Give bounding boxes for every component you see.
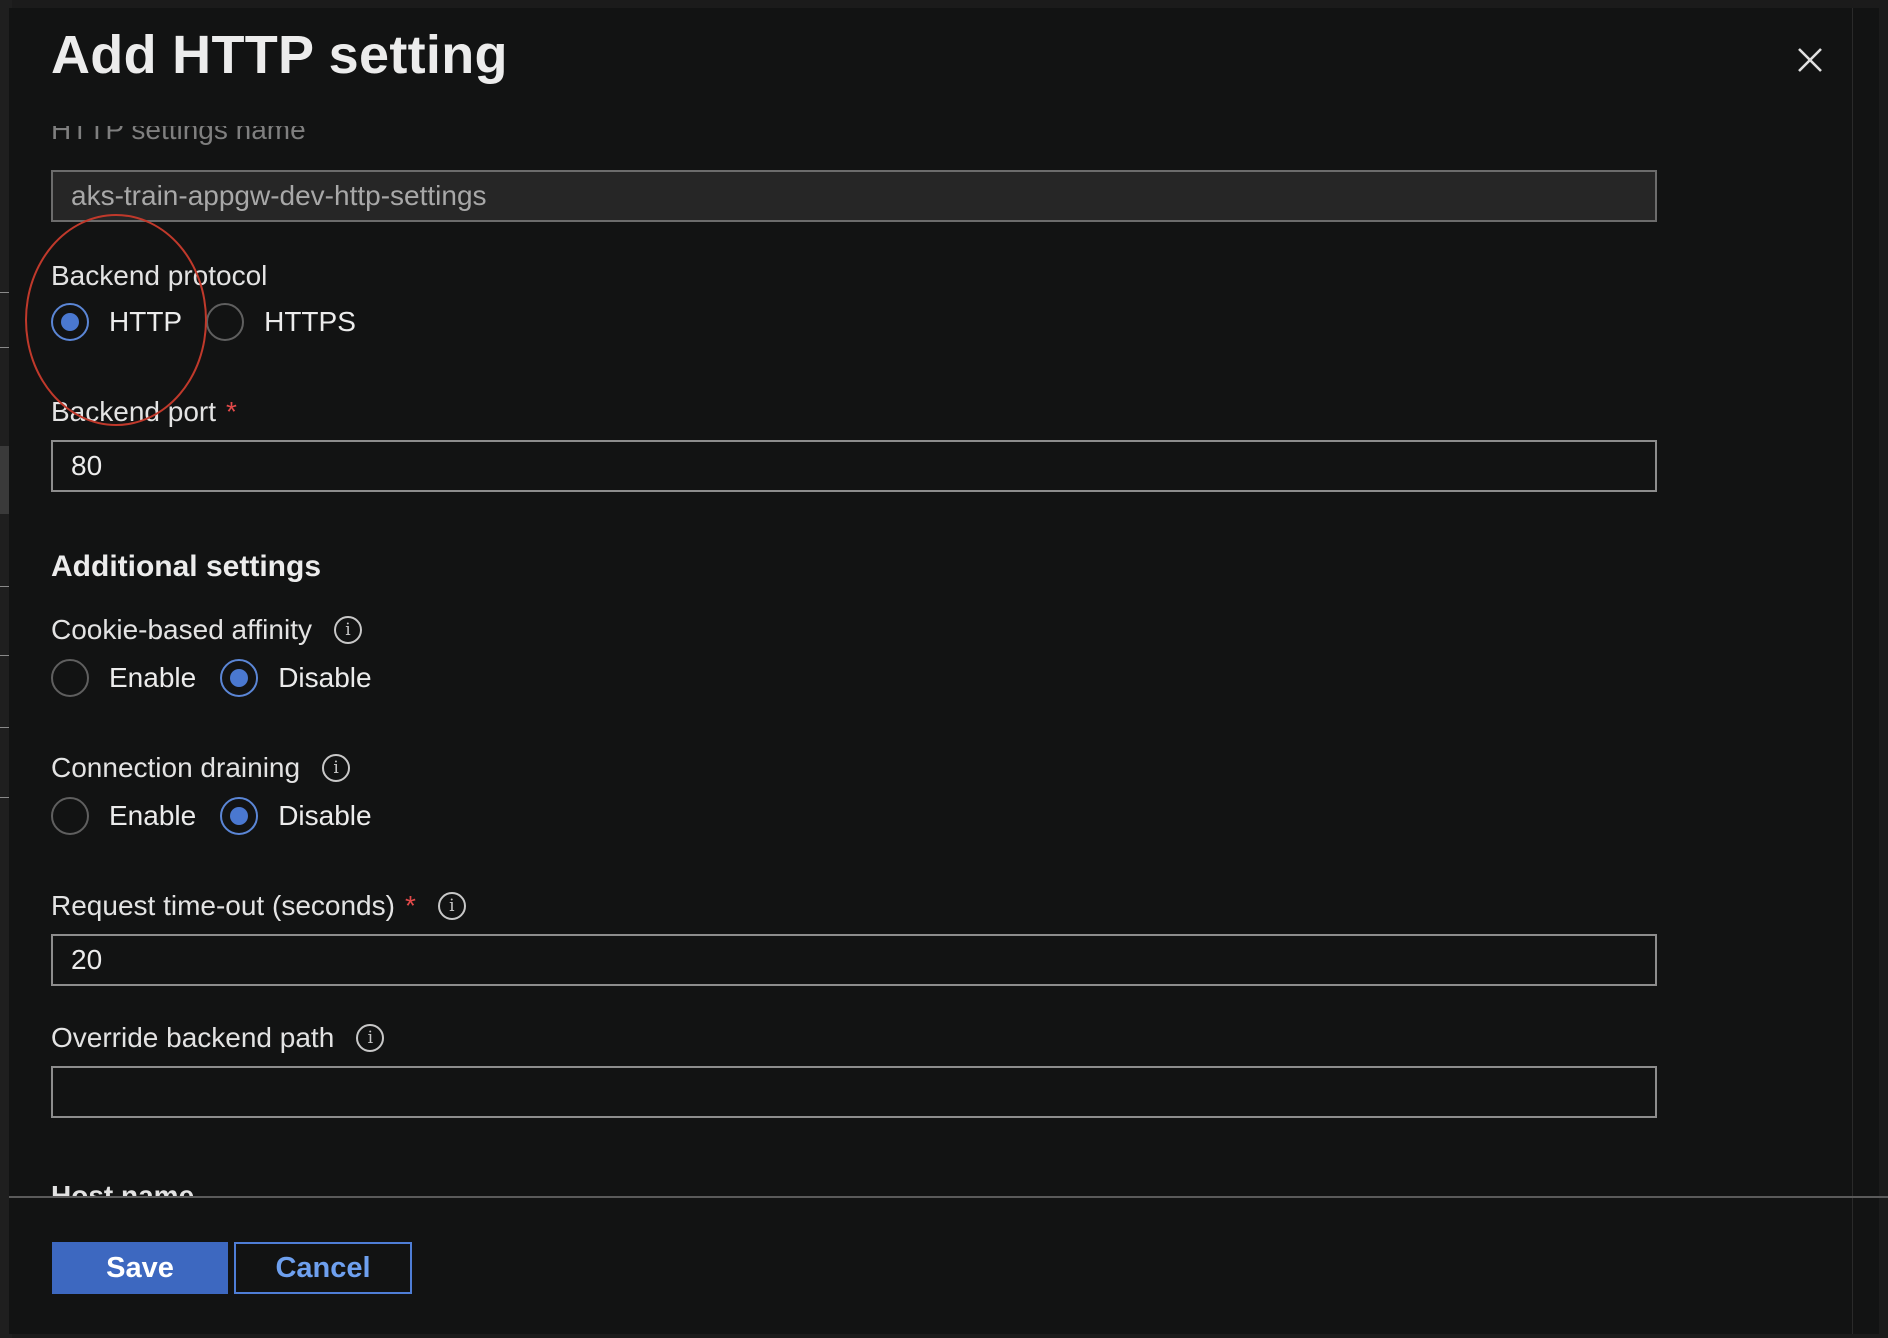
info-icon[interactable]: i xyxy=(356,1024,385,1052)
backend-port-label: Backend port * xyxy=(51,396,237,428)
connection-draining-enable-label[interactable]: Enable xyxy=(109,800,196,832)
connection-draining-group: Enable Disable xyxy=(51,792,396,840)
override-path-label-text: Override backend path xyxy=(51,1022,335,1053)
cookie-affinity-enable-label[interactable]: Enable xyxy=(109,662,196,694)
backend-protocol-label: Backend protocol xyxy=(51,260,268,291)
cookie-affinity-disable-label[interactable]: Disable xyxy=(278,662,371,694)
host-name-label: Host name xyxy=(51,1180,195,1196)
save-button[interactable]: Save xyxy=(52,1242,228,1294)
connection-draining-label-text: Connection draining xyxy=(51,752,301,783)
protocol-https-radio[interactable] xyxy=(206,303,245,341)
protocol-https-label[interactable]: HTTPS xyxy=(264,306,356,338)
cancel-button[interactable]: Cancel xyxy=(234,1242,412,1294)
additional-settings-heading: Additional settings xyxy=(51,550,321,583)
footer-divider xyxy=(9,1196,1888,1198)
close-icon xyxy=(1798,48,1822,72)
backend-port-label-text: Backend port xyxy=(51,396,216,427)
dialog-scroll-area[interactable]: HTTP settings name aks-train-appgw-dev-h… xyxy=(0,126,1888,1196)
request-timeout-input[interactable]: 20 xyxy=(51,934,1657,986)
protocol-http-radio[interactable] xyxy=(51,303,89,341)
info-icon[interactable]: i xyxy=(333,616,362,644)
required-marker: * xyxy=(226,396,237,427)
info-icon[interactable]: i xyxy=(437,892,466,920)
connection-draining-enable-radio[interactable] xyxy=(51,797,89,835)
connection-draining-label: Connection draining i xyxy=(51,752,351,784)
settings-name-label: HTTP settings name xyxy=(51,126,306,145)
close-button[interactable] xyxy=(1790,40,1830,80)
request-timeout-label-text: Request time-out (seconds) xyxy=(51,890,395,921)
cookie-affinity-enable-radio[interactable] xyxy=(51,659,89,697)
info-icon[interactable]: i xyxy=(322,754,351,782)
backend-protocol-group: HTTP HTTPS xyxy=(51,298,380,346)
cookie-affinity-group: Enable Disable xyxy=(51,654,396,702)
backend-port-input[interactable]: 80 xyxy=(51,440,1657,492)
cookie-affinity-label: Cookie-based affinity i xyxy=(51,614,362,646)
override-path-input[interactable] xyxy=(51,1066,1657,1118)
override-path-label: Override backend path i xyxy=(51,1022,385,1054)
cookie-affinity-label-text: Cookie-based affinity xyxy=(51,614,312,645)
dialog-title: Add HTTP setting xyxy=(51,25,508,85)
connection-draining-disable-label[interactable]: Disable xyxy=(278,800,371,832)
required-marker: * xyxy=(404,890,416,921)
connection-draining-disable-radio[interactable] xyxy=(220,797,259,835)
protocol-http-label[interactable]: HTTP xyxy=(109,306,182,338)
request-timeout-label: Request time-out (seconds) * i xyxy=(51,890,466,922)
settings-name-field: aks-train-appgw-dev-http-settings xyxy=(51,170,1657,222)
cookie-affinity-disable-radio[interactable] xyxy=(220,659,259,697)
